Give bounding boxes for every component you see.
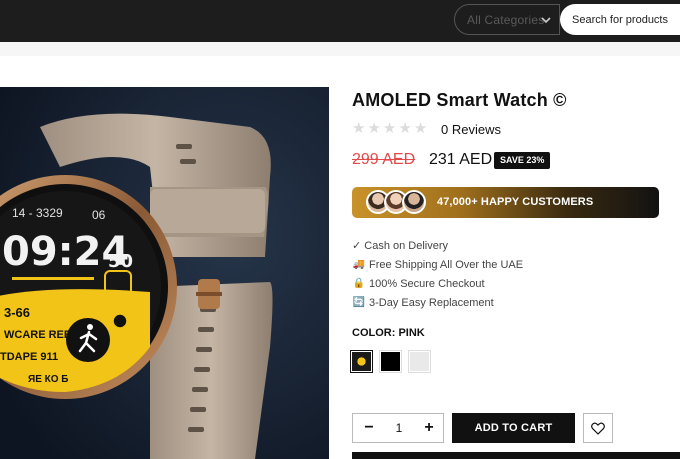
avatar — [402, 190, 426, 214]
product-image[interactable]: 14 - 3329 06 09:24 50 3-66 WCARE REB TDA… — [0, 87, 329, 459]
color-label-text: COLOR: — [352, 327, 396, 339]
quantity-value[interactable]: 1 — [385, 421, 413, 435]
customer-avatars — [366, 190, 426, 215]
watch-date: 14 - 3329 — [12, 206, 63, 220]
smart-watch-image: 14 - 3329 06 09:24 50 3-66 WCARE REB TDA… — [0, 87, 329, 459]
replace-icon: 🔄 — [352, 297, 366, 308]
wishlist-button[interactable] — [583, 413, 613, 443]
rating-stars[interactable]: ★ ★ ★ ★ ★ — [352, 121, 427, 137]
feature-secure: 🔒 100% Secure Checkout — [352, 274, 523, 293]
watch-row4: ЯЕ КО Б — [28, 374, 68, 385]
swatch-black[interactable] — [379, 350, 402, 373]
quantity-plus-button[interactable]: + — [419, 418, 439, 438]
feature-text: 100% Secure Checkout — [369, 277, 485, 290]
feature-cod: ✓ Cash on Delivery — [352, 236, 523, 255]
reviews-link[interactable]: 0 Reviews — [441, 122, 501, 137]
quantity-stepper: − 1 + — [352, 413, 444, 443]
product-title: AMOLED Smart Watch © — [352, 90, 567, 110]
swatch-watch-thumbnail[interactable] — [350, 350, 373, 373]
feature-text: ✓ Cash on Delivery — [352, 240, 449, 252]
search-box — [560, 4, 680, 35]
color-label: COLOR: PINK — [352, 327, 425, 339]
search-input[interactable] — [572, 10, 680, 30]
happy-customers-text: 47,000+ HAPPY CUSTOMERS — [437, 196, 594, 208]
chevron-down-icon — [541, 17, 551, 24]
watch-row1: 3-66 — [4, 305, 30, 320]
category-select[interactable]: All Categories — [454, 4, 560, 35]
star-icon: ★ — [413, 120, 428, 137]
feature-shipping: 🚚 Free Shipping All Over the UAE — [352, 255, 523, 274]
watch-row2: WCARE REB — [4, 329, 72, 341]
watch-date-suffix: 06 — [92, 208, 106, 222]
top-header: All Categories — [0, 0, 680, 42]
add-to-cart-button[interactable]: ADD TO CART — [452, 413, 575, 443]
truck-icon: 🚚 — [352, 259, 366, 270]
original-price: 299 AED — [352, 151, 416, 168]
heart-icon — [591, 422, 605, 435]
feature-replacement: 🔄 3-Day Easy Replacement — [352, 293, 523, 312]
swatch-black-color — [381, 352, 400, 371]
color-swatches — [350, 350, 431, 373]
lock-icon: 🔒 — [352, 278, 366, 289]
watch-thumbnail-icon — [352, 352, 371, 371]
feature-text: 3-Day Easy Replacement — [369, 296, 494, 309]
star-icon: ★ — [352, 120, 366, 137]
category-select-value: All Categories — [467, 13, 545, 27]
quantity-minus-button[interactable]: − — [359, 418, 379, 438]
swatch-white-color — [410, 352, 429, 371]
save-badge: SAVE 23% — [494, 152, 551, 169]
header-divider — [0, 42, 680, 56]
happy-customers-banner: 47,000+ HAPPY CUSTOMERS — [352, 187, 659, 218]
buy-now-button[interactable] — [352, 452, 680, 459]
color-value: PINK — [398, 327, 425, 339]
watch-row3: TDAPE 911 — [0, 351, 58, 363]
feature-text: Free Shipping All Over the UAE — [369, 258, 524, 271]
feature-list: ✓ Cash on Delivery 🚚 Free Shipping All O… — [352, 236, 523, 312]
sale-price: 231 AED — [429, 151, 493, 168]
swatch-white[interactable] — [408, 350, 431, 373]
watch-seconds: 50 — [108, 251, 133, 272]
star-icon: ★ — [398, 120, 412, 137]
star-icon: ★ — [382, 120, 397, 137]
star-icon: ★ — [367, 120, 381, 137]
